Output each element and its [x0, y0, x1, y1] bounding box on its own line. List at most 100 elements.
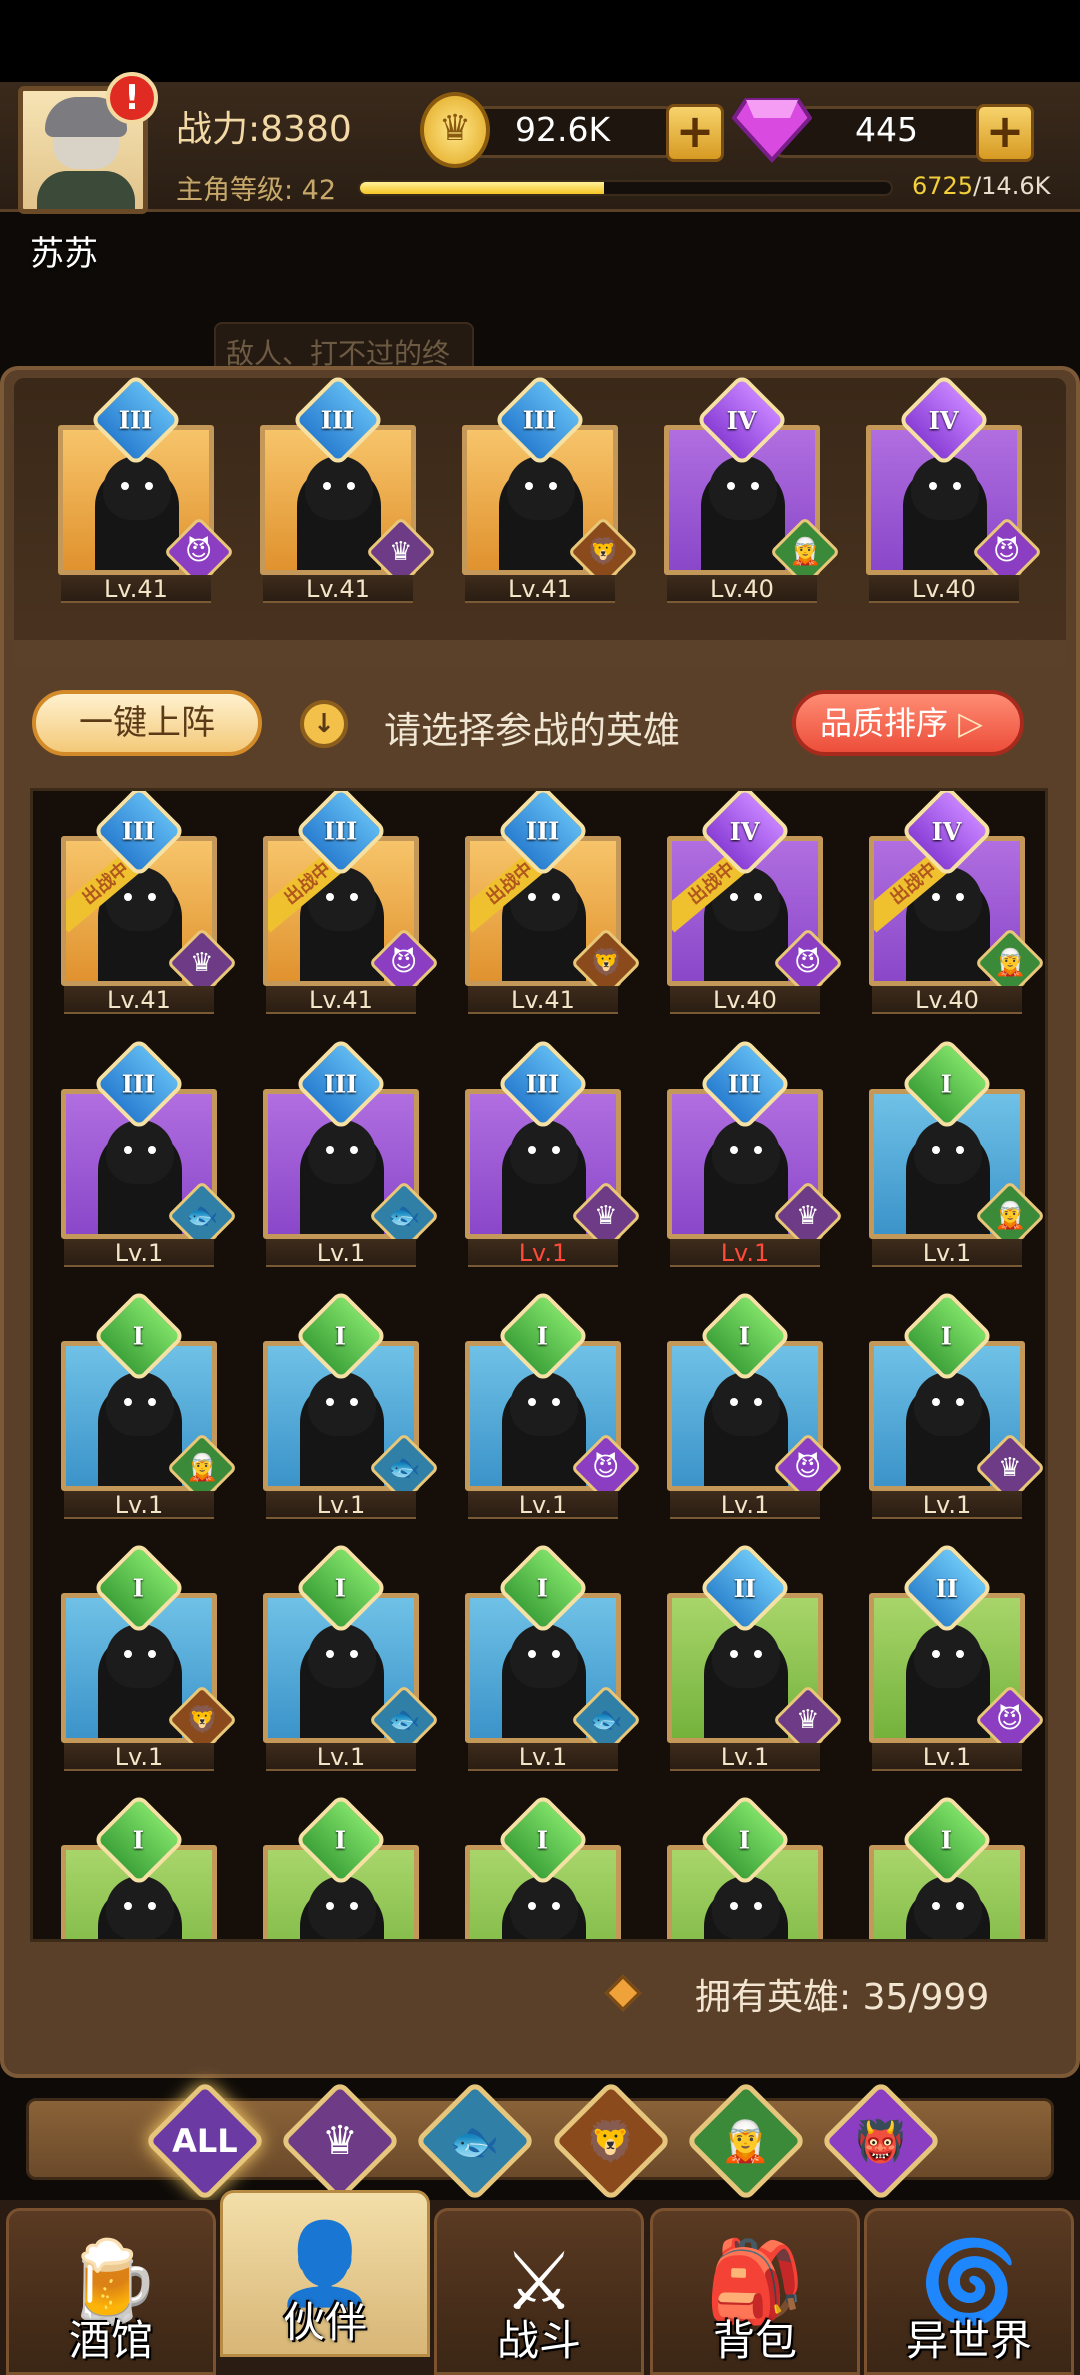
fish-icon: 🐟 [589, 1705, 623, 1735]
hero-eye [552, 1146, 560, 1154]
rank-numeral: III [523, 405, 557, 435]
nav-otherworld[interactable]: 🌀 异世界 [864, 2208, 1074, 2375]
demon-icon: 😈 [592, 1452, 620, 1483]
hero-eye [730, 893, 738, 901]
alert-badge[interactable]: ! [106, 72, 158, 124]
rank-numeral: I [941, 1069, 953, 1099]
hero-eye [124, 893, 132, 901]
hero-portrait [106, 1624, 174, 1688]
hero-eye [347, 482, 355, 490]
warrior-icon: ♛ [796, 1705, 820, 1735]
rank-numeral: IV [727, 405, 757, 435]
hero-level: Lv.41 [64, 986, 214, 1014]
rank-numeral: III [324, 1069, 358, 1099]
hero-portrait [712, 1624, 780, 1688]
rank-numeral: III [324, 816, 358, 846]
gold-coin-icon: ♛ [420, 92, 490, 168]
nav-partners[interactable]: 👤 伙伴 [220, 2190, 430, 2357]
rank-numeral: I [133, 1321, 145, 1351]
hero-eye [148, 1398, 156, 1406]
hero-level: Lv.1 [468, 1743, 618, 1771]
hero-eye [148, 893, 156, 901]
exp-current: 6725 [912, 172, 974, 200]
hero-portrait [308, 1876, 376, 1939]
hero-eye [932, 1398, 940, 1406]
hero-eye [326, 1146, 334, 1154]
hero-level: Lv.1 [266, 1743, 416, 1771]
nav-battle[interactable]: ⚔ 战斗 [434, 2208, 644, 2375]
hero-portrait [106, 1372, 174, 1436]
hero-eye [754, 1902, 762, 1910]
rank-numeral: III [122, 816, 156, 846]
hero-eye [124, 1146, 132, 1154]
hero-eye [956, 1902, 964, 1910]
lion-icon: 🦁 [185, 1705, 219, 1735]
hero-eye [730, 1398, 738, 1406]
play-arrow-icon: ▷ [958, 704, 983, 742]
hero-eye [124, 1650, 132, 1658]
nav-bag-label: 背包 [712, 2316, 797, 2365]
filter-elf-icon-label: 🧝 [721, 2118, 771, 2165]
hero-portrait [911, 456, 979, 520]
hero-eye [326, 1398, 334, 1406]
fish-icon: 🐟 [387, 1705, 421, 1735]
demon-icon: 😈 [996, 1704, 1024, 1735]
nav-tavern[interactable]: 🍺 酒馆 [6, 2208, 216, 2375]
filter-lion-icon-label: 🦁 [586, 2118, 636, 2165]
rank-numeral: I [133, 1573, 145, 1603]
hero-level: Lv.41 [61, 575, 211, 603]
hero-roster[interactable]: 出战中 III ♛ Lv.41 出战中 III 😈 Lv.41 出战中 III 🦁 Lv.41 出战中 I… [30, 788, 1048, 1942]
combat-power: 战力:8380 [176, 109, 352, 150]
status-area [0, 0, 1080, 90]
hero-eye [350, 1650, 358, 1658]
hero-level: Lv.41 [263, 575, 413, 603]
demon-icon: 😈 [185, 536, 213, 567]
hero-eye [145, 482, 153, 490]
hero-portrait [510, 1876, 578, 1939]
rank-numeral: I [537, 1825, 549, 1855]
hero-level: Lv.1 [266, 1491, 416, 1519]
rank-numeral: II [935, 1573, 959, 1603]
warrior-icon: ♛ [594, 1201, 618, 1231]
hero-eye [124, 1398, 132, 1406]
hero-portrait [709, 456, 777, 520]
rank-numeral: I [335, 1573, 347, 1603]
demon-icon: 😈 [993, 536, 1021, 567]
hero-level: Lv.1 [468, 1491, 618, 1519]
hero-eye [932, 1650, 940, 1658]
rank-numeral: III [122, 1069, 156, 1099]
hero-eye [730, 1902, 738, 1910]
hero-eye [549, 482, 557, 490]
hero-level: Lv.40 [670, 986, 820, 1014]
hero-eye [326, 893, 334, 901]
add-gem-button[interactable]: + [976, 104, 1034, 162]
hero-portrait [914, 1624, 982, 1688]
hero-portrait [914, 1372, 982, 1436]
hero-portrait [712, 1372, 780, 1436]
hero-portrait [106, 1876, 174, 1939]
hero-eye [148, 1146, 156, 1154]
add-gold-button[interactable]: + [666, 104, 724, 162]
nav-bag[interactable]: 🎒 背包 [650, 2208, 860, 2375]
select-prompt: 请选择参战的英雄 [384, 709, 680, 752]
hero-eye [932, 893, 940, 901]
lion-icon: 🦁 [586, 537, 620, 567]
rank-numeral: I [537, 1321, 549, 1351]
hero-eye [350, 893, 358, 901]
hero-level: Lv.40 [872, 986, 1022, 1014]
auto-deploy-button[interactable]: 一键上阵 [32, 690, 262, 756]
hero-eye [754, 1398, 762, 1406]
hero-portrait [914, 1876, 982, 1939]
hero-level: Lv.41 [468, 986, 618, 1014]
hero-eye [552, 1902, 560, 1910]
hero-eye [754, 1146, 762, 1154]
hero-eye [552, 893, 560, 901]
hero-level: Lv.1 [670, 1743, 820, 1771]
hero-portrait [305, 456, 373, 520]
hero-eye [323, 482, 331, 490]
warrior-icon: ♛ [389, 537, 413, 567]
sort-quality-button[interactable]: 品质排序 ▷ [792, 690, 1024, 756]
hero-portrait [712, 1876, 780, 1939]
hero-eye [730, 1146, 738, 1154]
hero-portrait [510, 1120, 578, 1184]
